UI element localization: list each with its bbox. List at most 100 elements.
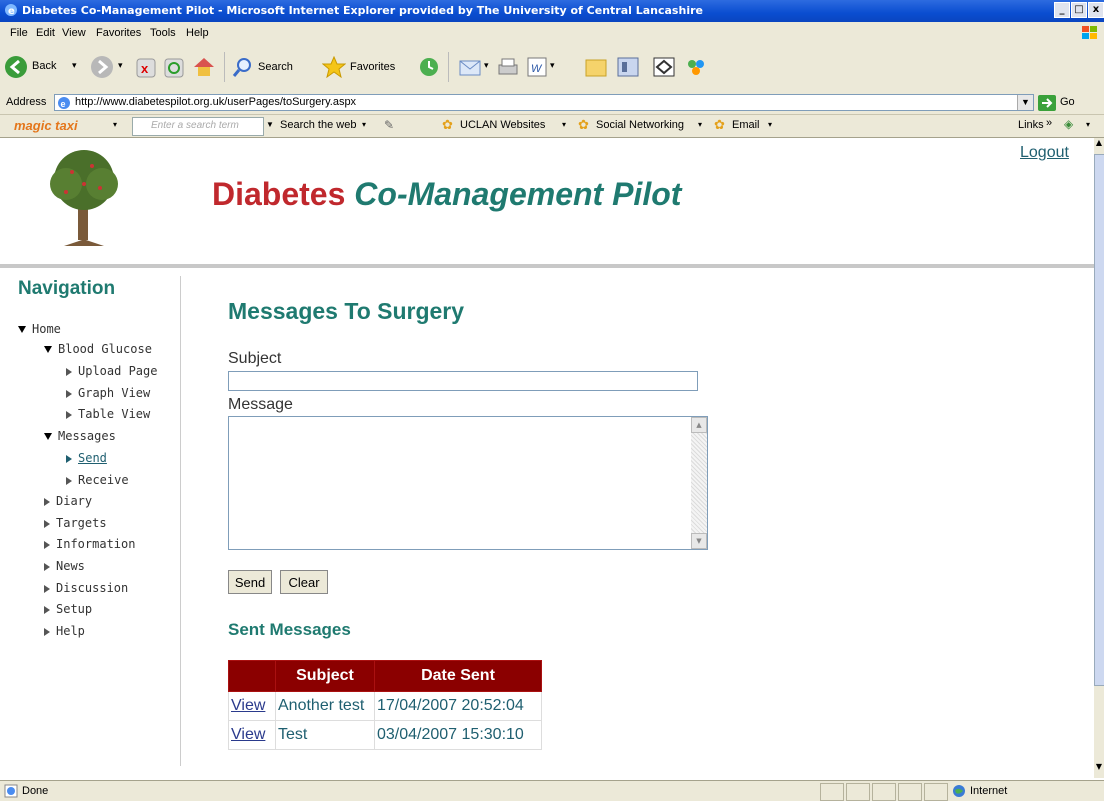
table-row: View Test 03/04/2007 15:30:10	[228, 720, 542, 750]
page-content: Diabetes Co-Management Pilot Logout Navi…	[0, 138, 1094, 778]
status-panel	[898, 783, 922, 801]
menu-tools[interactable]: Tools	[150, 27, 176, 39]
search-magnifier-icon	[232, 58, 251, 77]
uclan-dropdown-icon[interactable]: ▾	[562, 120, 566, 129]
logout-link[interactable]: Logout	[1020, 144, 1069, 162]
clear-button[interactable]: Clear	[280, 570, 328, 594]
research-icon[interactable]	[616, 56, 640, 78]
standard-toolbar: Back ▾ ▾ x Search Favorites ▾ W ▾	[0, 44, 1104, 93]
social-networking-link[interactable]: Social Networking	[596, 119, 684, 131]
page-scroll-thumb[interactable]	[1094, 154, 1104, 686]
favorites-label: Favorites	[350, 61, 396, 73]
table-header-row: Subject Date Sent	[228, 660, 542, 692]
search-web-button[interactable]: Search the web	[280, 119, 356, 131]
msn-people-icon[interactable]	[684, 56, 708, 78]
scroll-up-icon[interactable]: ▲	[691, 417, 707, 433]
print-icon[interactable]	[496, 56, 520, 78]
menu-edit[interactable]: Edit	[36, 27, 55, 39]
search-term-placeholder: Enter a search term	[151, 120, 239, 131]
page-scrollbar[interactable]: ▲ ▼	[1094, 138, 1104, 778]
mail-dropdown-icon[interactable]: ▾	[484, 60, 489, 71]
nav-item-receive[interactable]: Receive	[66, 473, 129, 487]
page-scroll-down-icon[interactable]: ▼	[1094, 762, 1104, 778]
email-dropdown-icon[interactable]: ▾	[768, 120, 772, 129]
message-date: 03/04/2007 15:30:10	[374, 720, 542, 750]
forward-arrow-icon[interactable]	[90, 55, 114, 79]
links-label[interactable]: Links	[1018, 119, 1044, 131]
uclan-websites-link[interactable]: UCLAN Websites	[460, 119, 545, 131]
menu-bar: File Edit View Favorites Tools Help	[0, 22, 1104, 45]
minimize-button[interactable]: _	[1054, 2, 1070, 18]
search-web-dropdown-icon[interactable]: ▾	[362, 120, 366, 129]
favorites-button[interactable]: Favorites	[322, 56, 418, 80]
email-links-icon: ✿	[714, 117, 725, 132]
edit-dropdown-icon[interactable]: ▾	[550, 60, 555, 71]
nav-item-table-view[interactable]: Table View	[66, 407, 150, 421]
message-label: Message	[228, 396, 293, 413]
mail-icon[interactable]	[458, 56, 482, 78]
brand-dropdown-icon[interactable]: ▾	[113, 120, 117, 129]
page-done-icon	[4, 784, 18, 798]
back-arrow-icon	[5, 56, 27, 78]
view-link[interactable]: View	[228, 691, 276, 721]
nav-item-home[interactable]: Home	[18, 322, 61, 336]
subject-input[interactable]	[228, 371, 698, 391]
nav-item-help[interactable]: Help	[44, 624, 85, 638]
messenger-icon[interactable]	[652, 56, 676, 78]
email-link[interactable]: Email	[732, 119, 760, 131]
nav-item-messages[interactable]: Messages	[44, 429, 116, 443]
links-chevron-icon[interactable]: »	[1046, 117, 1052, 129]
address-dropdown-icon[interactable]: ▼	[1017, 95, 1033, 110]
nav-item-upload-page[interactable]: Upload Page	[66, 364, 157, 378]
magic-taxi-brand[interactable]: magic taxi	[14, 118, 78, 133]
nav-item-discussion[interactable]: Discussion	[44, 581, 128, 595]
forward-dropdown-icon[interactable]: ▾	[118, 60, 123, 71]
menu-file[interactable]: File	[10, 27, 28, 39]
search-button[interactable]: Search	[232, 56, 316, 80]
site-title-rest: Co-Management Pilot	[354, 176, 682, 212]
back-button[interactable]: Back	[4, 54, 68, 80]
close-button[interactable]: x	[1088, 2, 1104, 18]
sent-messages-table: Subject Date Sent View Another test 17/0…	[228, 660, 542, 750]
send-button[interactable]: Send	[228, 570, 272, 594]
social-dropdown-icon[interactable]: ▾	[698, 120, 702, 129]
go-label[interactable]: Go	[1060, 96, 1075, 108]
menu-view[interactable]: View	[62, 27, 86, 39]
internet-explorer-icon: e	[5, 4, 17, 17]
nav-item-blood-glucose[interactable]: Blood Glucose	[44, 342, 152, 356]
home-icon[interactable]	[192, 56, 216, 78]
window-title-bar[interactable]: e Diabetes Co-Management Pilot - Microso…	[0, 0, 1104, 22]
go-arrow-icon[interactable]	[1038, 95, 1056, 111]
scroll-down-icon[interactable]: ▼	[691, 533, 707, 549]
message-textarea[interactable]: ▲ ▼	[228, 416, 708, 550]
address-input[interactable]: e http://www.diabetespilot.org.uk/userPa…	[54, 94, 1034, 111]
menu-favorites[interactable]: Favorites	[96, 27, 141, 39]
history-icon[interactable]	[418, 56, 440, 78]
edit-word-icon[interactable]: W	[526, 56, 548, 78]
discuss-folder-icon[interactable]	[584, 56, 608, 78]
search-label: Search	[258, 61, 293, 73]
nav-item-setup[interactable]: Setup	[44, 602, 92, 616]
table-header-date: Date Sent	[374, 660, 542, 692]
search-term-input[interactable]: Enter a search term	[132, 117, 264, 136]
back-dropdown-icon[interactable]: ▾	[72, 60, 77, 71]
maximize-button[interactable]: □	[1071, 2, 1087, 18]
nav-item-information[interactable]: Information	[44, 537, 135, 551]
highlighter-icon[interactable]: ✎	[384, 118, 394, 132]
view-link[interactable]: View	[228, 720, 276, 750]
page-scroll-up-icon[interactable]: ▲	[1094, 138, 1104, 154]
nav-item-send[interactable]: Send	[66, 451, 107, 465]
nav-item-graph-view[interactable]: Graph View	[66, 386, 150, 400]
toolbar-options-icon[interactable]: ◈	[1064, 117, 1073, 131]
nav-item-targets[interactable]: Targets	[44, 516, 107, 530]
nav-item-diary[interactable]: Diary	[44, 494, 92, 508]
stop-icon[interactable]: x	[136, 58, 156, 78]
nav-item-news[interactable]: News	[44, 559, 85, 573]
search-term-dropdown-icon[interactable]: ▼	[266, 120, 274, 129]
toolbar-options-dropdown-icon[interactable]: ▾	[1086, 120, 1090, 129]
menu-help[interactable]: Help	[186, 27, 209, 39]
message-subject: Another test	[275, 691, 375, 721]
collapsed-arrow-icon	[66, 410, 72, 419]
message-scrollbar[interactable]: ▲ ▼	[691, 417, 707, 549]
refresh-icon[interactable]	[164, 58, 184, 78]
